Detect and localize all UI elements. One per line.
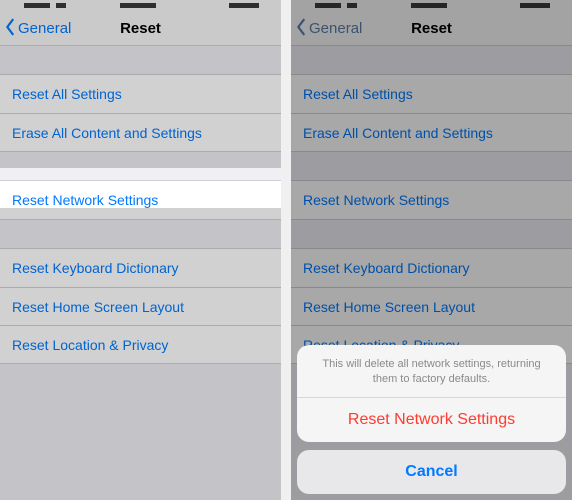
row-reset-location-privacy[interactable]: Reset Location & Privacy	[0, 325, 281, 363]
cancel-button[interactable]: Cancel	[297, 450, 566, 494]
status-bar	[0, 0, 281, 12]
pane-right: General Reset Reset All Settings Erase A…	[291, 0, 572, 500]
row-erase-all-content[interactable]: Erase All Content and Settings	[0, 113, 281, 151]
action-sheet-card: This will delete all network settings, r…	[297, 345, 566, 442]
row-reset-all-settings[interactable]: Reset All Settings	[0, 75, 281, 113]
back-label: General	[18, 20, 71, 37]
chevron-left-icon	[4, 18, 16, 40]
back-button[interactable]: General	[0, 18, 71, 40]
pane-left: General Reset Reset All Settings Erase A…	[0, 0, 281, 500]
row-reset-network-settings[interactable]: Reset Network Settings	[0, 181, 281, 219]
confirm-reset-network-button[interactable]: Reset Network Settings	[297, 398, 566, 442]
list-group-2: Reset Network Settings	[0, 180, 281, 220]
list-group-3: Reset Keyboard Dictionary Reset Home Scr…	[0, 248, 281, 364]
action-sheet-message: This will delete all network settings, r…	[297, 345, 566, 398]
list-group-1: Reset All Settings Erase All Content and…	[0, 74, 281, 152]
row-reset-keyboard-dictionary[interactable]: Reset Keyboard Dictionary	[0, 249, 281, 287]
settings-list: Reset All Settings Erase All Content and…	[0, 74, 281, 364]
action-sheet: This will delete all network settings, r…	[297, 345, 566, 494]
nav-bar: General Reset	[0, 12, 281, 46]
row-reset-home-screen-layout[interactable]: Reset Home Screen Layout	[0, 287, 281, 325]
